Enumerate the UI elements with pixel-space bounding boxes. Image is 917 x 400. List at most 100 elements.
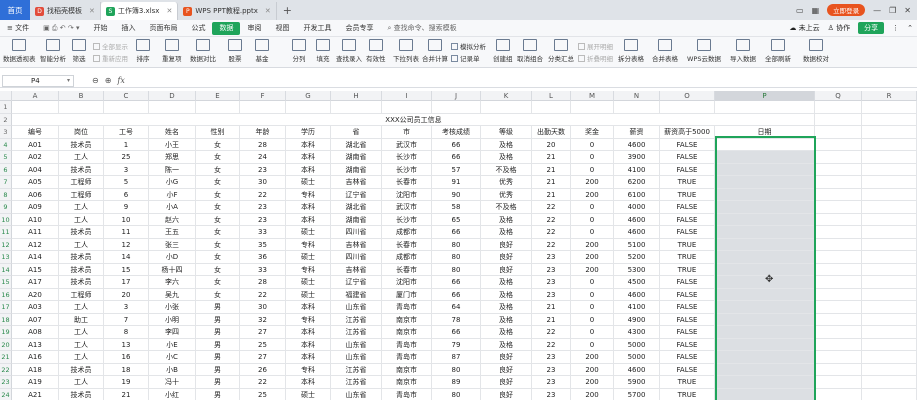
cell[interactable] bbox=[862, 126, 917, 139]
cell[interactable]: A08 bbox=[12, 326, 59, 339]
column-title-cell[interactable]: 编号 bbox=[12, 126, 59, 139]
cell[interactable]: 200 bbox=[571, 363, 614, 376]
cell[interactable]: 4600 bbox=[614, 288, 660, 301]
cell[interactable]: 0 bbox=[571, 226, 614, 239]
cell[interactable]: 及格 bbox=[481, 151, 532, 164]
cell[interactable]: 15 bbox=[104, 263, 149, 276]
cell[interactable]: 良好 bbox=[481, 363, 532, 376]
refresh-all-button[interactable]: 全部刷新 bbox=[765, 39, 791, 63]
cell[interactable]: 58 bbox=[432, 201, 481, 214]
row-number[interactable]: 16 bbox=[0, 288, 12, 301]
cell[interactable]: 5000 bbox=[614, 351, 660, 364]
row-number[interactable]: 8 bbox=[0, 188, 12, 201]
login-button[interactable]: 立即登录 bbox=[827, 4, 866, 16]
cell[interactable] bbox=[715, 288, 815, 301]
cell[interactable]: 张三 bbox=[149, 238, 196, 251]
cell[interactable] bbox=[715, 351, 815, 364]
restore-button[interactable]: ❐ bbox=[889, 6, 896, 15]
cell[interactable]: 陈一 bbox=[149, 163, 196, 176]
cell[interactable]: 南京市 bbox=[382, 326, 432, 339]
menu-view[interactable]: 视图 bbox=[268, 20, 296, 37]
cell[interactable]: 21 bbox=[532, 176, 571, 189]
cell[interactable]: 33 bbox=[240, 263, 286, 276]
cell[interactable]: 硕士 bbox=[286, 226, 331, 239]
cell[interactable] bbox=[715, 363, 815, 376]
cell[interactable]: 36 bbox=[240, 251, 286, 264]
column-title-cell[interactable]: 性别 bbox=[196, 126, 240, 139]
cell[interactable]: 0 bbox=[571, 338, 614, 351]
cell[interactable]: A13 bbox=[12, 338, 59, 351]
cell[interactable] bbox=[614, 101, 660, 114]
column-header-l[interactable]: L bbox=[532, 91, 571, 101]
cell[interactable]: 4600 bbox=[614, 213, 660, 226]
cell[interactable]: 赵六 bbox=[149, 213, 196, 226]
cell[interactable]: A18 bbox=[12, 363, 59, 376]
cell[interactable]: 及格 bbox=[481, 338, 532, 351]
cell[interactable]: 5200 bbox=[614, 251, 660, 264]
zoom-icon[interactable]: ⊖ bbox=[92, 76, 99, 85]
cell[interactable] bbox=[862, 188, 917, 201]
cell[interactable]: A02 bbox=[12, 151, 59, 164]
cell[interactable]: 本科 bbox=[286, 338, 331, 351]
column-title-cell[interactable]: 省 bbox=[331, 126, 382, 139]
cell[interactable] bbox=[862, 113, 917, 126]
cell[interactable] bbox=[240, 101, 286, 114]
close-window-button[interactable]: ✕ bbox=[904, 6, 911, 15]
cell[interactable]: 技术员 bbox=[59, 138, 104, 151]
layout-icon[interactable]: ▭ bbox=[796, 6, 804, 15]
cell[interactable]: 工人 bbox=[59, 376, 104, 389]
cell[interactable]: 21 bbox=[532, 313, 571, 326]
cell[interactable]: A07 bbox=[12, 313, 59, 326]
cell[interactable]: 66 bbox=[432, 288, 481, 301]
cell[interactable]: 5700 bbox=[614, 388, 660, 400]
cell[interactable] bbox=[432, 101, 481, 114]
cell[interactable] bbox=[815, 351, 862, 364]
cell[interactable]: 女 bbox=[196, 226, 240, 239]
cell[interactable]: 工人 bbox=[59, 338, 104, 351]
cell[interactable]: 工人 bbox=[59, 201, 104, 214]
cell[interactable]: 工程师 bbox=[59, 176, 104, 189]
cell[interactable]: 0 bbox=[571, 163, 614, 176]
reapply-button[interactable]: 重新应用 bbox=[93, 53, 128, 63]
cell[interactable]: 23 bbox=[532, 351, 571, 364]
cell[interactable] bbox=[715, 226, 815, 239]
cell[interactable]: 9 bbox=[104, 201, 149, 214]
collab-button[interactable]: ♙ 协作 bbox=[828, 23, 851, 33]
column-title-cell[interactable]: 姓名 bbox=[149, 126, 196, 139]
column-header-g[interactable]: G bbox=[286, 91, 331, 101]
cell[interactable]: 男 bbox=[196, 326, 240, 339]
cell[interactable]: 6100 bbox=[614, 188, 660, 201]
cell[interactable]: 女 bbox=[196, 176, 240, 189]
cell[interactable]: 女 bbox=[196, 163, 240, 176]
cell[interactable]: 22 bbox=[532, 238, 571, 251]
cell[interactable]: 硕士 bbox=[286, 276, 331, 289]
cell[interactable]: 66 bbox=[432, 276, 481, 289]
cell[interactable] bbox=[815, 363, 862, 376]
show-all-button[interactable]: 全部显示 bbox=[93, 41, 128, 51]
column-title-cell[interactable]: 薪资高于5000 bbox=[660, 126, 715, 139]
cell[interactable]: 4100 bbox=[614, 301, 660, 314]
cell[interactable]: 江苏省 bbox=[331, 326, 382, 339]
cell[interactable] bbox=[715, 113, 815, 126]
cancel-icon[interactable]: ⊕ bbox=[105, 76, 112, 85]
cell[interactable] bbox=[715, 213, 815, 226]
cell[interactable]: 南京市 bbox=[382, 376, 432, 389]
cell[interactable]: 65 bbox=[432, 213, 481, 226]
column-header-c[interactable]: C bbox=[104, 91, 149, 101]
cell[interactable]: 江苏省 bbox=[331, 376, 382, 389]
cell[interactable]: 66 bbox=[432, 138, 481, 151]
cell[interactable]: 男 bbox=[196, 301, 240, 314]
cell[interactable]: FALSE bbox=[660, 288, 715, 301]
cell[interactable]: A10 bbox=[12, 213, 59, 226]
sort-button[interactable]: 排序 bbox=[136, 39, 150, 63]
cell[interactable]: 及格 bbox=[481, 226, 532, 239]
cell[interactable]: A11 bbox=[12, 226, 59, 239]
menu-review[interactable]: 审阅 bbox=[240, 20, 268, 37]
cell[interactable]: 专科 bbox=[286, 263, 331, 276]
record-button[interactable]: 记录单 bbox=[451, 53, 480, 63]
cell[interactable]: 23 bbox=[532, 251, 571, 264]
cell[interactable] bbox=[815, 213, 862, 226]
cell[interactable]: 湖北省 bbox=[331, 201, 382, 214]
cell[interactable]: 16 bbox=[104, 351, 149, 364]
cell[interactable]: 技术员 bbox=[59, 163, 104, 176]
